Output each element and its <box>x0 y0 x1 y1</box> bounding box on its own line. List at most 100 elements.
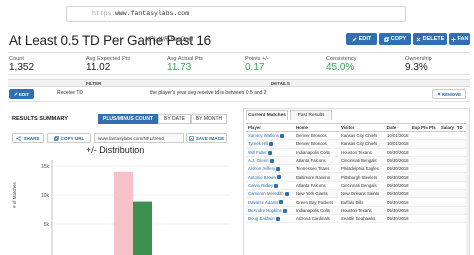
table-row[interactable]: Antonio Brown Baltimore Ravens Pittsburgh … <box>246 172 467 182</box>
table-cell <box>427 131 439 141</box>
player-cell: Alshon Jeffery <box>246 164 294 174</box>
player-name-link[interactable]: Alshon Jeffery <box>248 166 275 171</box>
column-header[interactable]: Salary <box>439 123 455 132</box>
column-header[interactable]: Player <box>246 123 294 132</box>
copy-icon <box>53 135 59 141</box>
table-row[interactable]: Davante Adams Green Bay Packers Buffalo Bi… <box>246 197 467 207</box>
player-card-icon[interactable] <box>279 200 284 205</box>
table-cell <box>410 214 427 224</box>
tab-by-month[interactable]: BY MONTH <box>191 114 227 124</box>
table-row[interactable]: Calvin Ridley Atlanta Falcons Cincinnati B… <box>246 181 467 191</box>
table-cell <box>410 148 427 157</box>
trend-url-field[interactable]: www.fantasylabs.com/NFL/trend <box>94 133 184 143</box>
edit-filter-button[interactable]: EDIT <box>9 89 34 99</box>
table-scrollbar[interactable] <box>466 124 469 255</box>
player-name-link[interactable]: Antonio Brown <box>248 175 276 180</box>
table-cell <box>427 206 439 215</box>
save-image-button[interactable]: SAVE IMAGE <box>186 133 227 143</box>
player-card-icon[interactable] <box>269 142 274 147</box>
player-card-icon[interactable] <box>276 175 281 180</box>
edit-trend-button[interactable]: EDIT <box>346 33 377 45</box>
tab-current-matches[interactable]: Current Matches <box>246 110 288 120</box>
column-header[interactable]: Home <box>294 123 339 132</box>
table-cell <box>427 214 439 224</box>
tab-past-results[interactable]: Past Results <box>290 110 332 120</box>
share-button[interactable]: SHARE <box>12 133 44 143</box>
player-name-link[interactable]: Calvin Ridley <box>248 183 273 188</box>
player-cell: Davante Adams <box>246 197 294 207</box>
table-row[interactable]: Alshon Jeffery Tennessee Titans Philadelph… <box>246 164 467 174</box>
stats-divider <box>8 74 470 75</box>
player-card-icon[interactable] <box>275 216 280 221</box>
table-cell: Cincinnati Bengals <box>339 156 385 166</box>
table-header-row: Player Home Visitor Date Exp Pts Pts Sal… <box>246 123 467 132</box>
stat-avg-actual: Avg Actual Pts 11.73 <box>167 56 203 73</box>
column-header[interactable]: Visitor <box>339 123 385 132</box>
player-card-icon[interactable] <box>269 158 274 163</box>
table-cell <box>439 139 455 149</box>
table-cell <box>410 131 427 141</box>
table-row[interactable]: Doug Baldwin Arizona Cardinals Seattle Sea… <box>246 214 467 224</box>
table-cell <box>439 206 455 215</box>
stat-plus-minus: Points +/- 0.17 <box>245 56 269 73</box>
player-name-link[interactable]: Cameron Meredith <box>248 191 284 196</box>
player-card-icon[interactable] <box>282 208 287 213</box>
player-name-link[interactable]: DeAndre Hopkins <box>248 208 282 213</box>
table-row[interactable]: Sammy Watkins Denver Broncos Kansas City C… <box>246 131 467 141</box>
filter-header: FILTER <box>86 81 102 86</box>
chart-y-axis-label: # of Matches <box>12 182 17 208</box>
browser-url-bar[interactable]: https:// www.fantasylabs.com <box>66 6 406 22</box>
table-row[interactable]: A.J. Green Atlanta Falcons Cincinnati Beng… <box>246 156 467 166</box>
player-card-icon[interactable] <box>274 183 279 188</box>
player-card-icon[interactable] <box>276 167 281 172</box>
table-cell: 09/30/2018 <box>385 156 410 166</box>
copy-url-button[interactable]: COPY URL <box>47 133 91 143</box>
delete-trend-label: DELETE <box>422 36 445 42</box>
table-row[interactable]: Cameron Meredith New York Giants New Orlea… <box>246 189 467 199</box>
player-name-link[interactable]: Will Fuller <box>248 150 267 155</box>
player-name-link[interactable]: Davante Adams <box>248 200 278 205</box>
table-cell <box>427 139 439 149</box>
results-summary-title: RESULTS SUMMARY <box>12 116 68 122</box>
stat-value: 9.3% <box>405 62 428 73</box>
chart-bar[interactable] <box>114 171 133 255</box>
remove-filter-button[interactable]: REMOVE <box>432 89 466 99</box>
tab-plus-minus-count[interactable]: PLUS/MINUS COUNT <box>98 114 158 124</box>
delete-trend-button[interactable]: DELETE <box>413 33 447 45</box>
table-cell <box>439 148 455 157</box>
column-header[interactable]: Pts <box>427 123 439 132</box>
pencil-icon <box>352 37 357 41</box>
table-cell: Tennessee Titans <box>294 164 339 174</box>
fan-trend-button[interactable]: FAN <box>449 33 470 45</box>
table-cell: 10/01/2018 <box>385 139 410 149</box>
player-name-link[interactable]: A.J. Green <box>248 158 269 163</box>
y-tick-label: 15k <box>41 164 50 170</box>
table-cell: 09/30/2018 <box>385 214 410 224</box>
tab-by-date[interactable]: BY DATE <box>158 114 191 124</box>
table-row[interactable]: Will Fuller Indianapolis Colts Houston Tex… <box>246 148 467 157</box>
share-label: SHARE <box>23 135 40 141</box>
column-header[interactable]: Date <box>385 123 410 132</box>
column-header[interactable]: Exp Pts <box>410 123 428 132</box>
player-card-icon[interactable] <box>284 192 289 197</box>
chart-bar[interactable] <box>133 201 152 255</box>
close-icon <box>437 92 441 96</box>
player-name-link[interactable]: Doug Baldwin <box>248 216 275 221</box>
player-card-icon[interactable] <box>267 150 272 155</box>
table-cell: Kansas City Chiefs <box>339 131 385 141</box>
table-row[interactable]: Tyreek Hill Denver Broncos Kansas City Chi… <box>246 139 467 149</box>
distribution-chart: 15k 10k 5k <box>41 160 230 255</box>
table-cell <box>439 156 455 166</box>
player-name-link[interactable]: Sammy Watkins <box>248 133 279 138</box>
player-name-link[interactable]: Tyreek Hill <box>248 141 268 146</box>
player-card-icon[interactable] <box>279 134 284 138</box>
stat-value: 0.17 <box>245 62 265 73</box>
table-cell: Atlanta Falcons <box>294 156 339 166</box>
table-cell: Indianapolis Colts <box>294 148 339 157</box>
copy-trend-button[interactable]: COPY <box>379 33 411 45</box>
player-cell: Antonio Brown <box>246 172 294 182</box>
table-row[interactable]: DeAndre Hopkins Indianapolis Colts Houston… <box>246 206 467 215</box>
filter-details-header: FILTER DETAILS <box>8 79 470 87</box>
y-tick-label: 10k <box>41 193 50 199</box>
table-cell <box>439 214 455 224</box>
